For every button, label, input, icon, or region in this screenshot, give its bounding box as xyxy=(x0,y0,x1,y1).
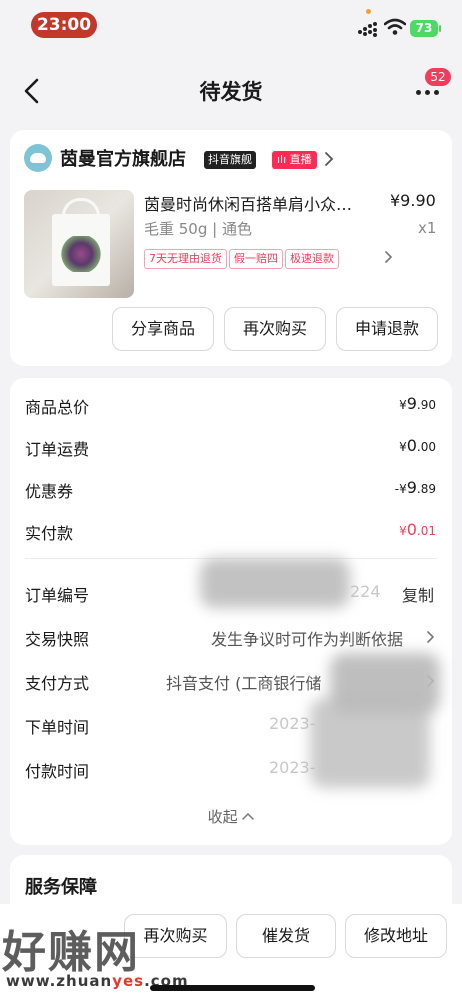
notification-badge: 52 xyxy=(425,68,451,86)
product-price: ¥9.90 xyxy=(390,191,436,210)
snapshot-label: 交易快照 xyxy=(25,630,90,649)
privacy-blur xyxy=(200,558,350,608)
shop-logo[interactable] xyxy=(24,144,52,172)
battery-level: 73 xyxy=(410,20,438,37)
collapse-toggle[interactable]: 收起 xyxy=(10,806,452,827)
order-time-value: 2023- xyxy=(269,714,316,733)
product-image[interactable] xyxy=(24,190,134,298)
live-tag-label: 直播 xyxy=(289,153,312,166)
coupon-label: 优惠券 xyxy=(25,482,74,501)
battery-cap xyxy=(439,25,441,32)
service-title: 服务保障 xyxy=(25,877,97,898)
coupon-value: -¥9.89 xyxy=(394,478,436,497)
order-detail-card: 商品总价 ¥9.90 订单运费 ¥0.00 优惠券 -¥9.89 实付款 ¥0.… xyxy=(10,378,452,845)
order-no-value: 224 xyxy=(350,582,381,601)
order-no-label: 订单编号 xyxy=(25,586,90,605)
price-value: ¥9.90 xyxy=(399,394,436,413)
order-time-label: 下单时间 xyxy=(25,718,90,737)
home-indicator[interactable] xyxy=(150,985,315,991)
privacy-blur xyxy=(310,698,430,788)
price-label: 商品总价 xyxy=(25,398,90,417)
modify-address-button[interactable]: 修改地址 xyxy=(345,914,447,958)
watermark-logo: 好赚网 xyxy=(2,927,140,978)
copy-button[interactable]: 复制 xyxy=(402,582,434,606)
policy-tag: 假一赔四 xyxy=(229,249,283,269)
product-spec: 毛重 50g | 通色 xyxy=(144,220,252,238)
policy-tags[interactable]: 7天无理由退货 假一赔四 极速退款 xyxy=(144,247,393,269)
order-product-card: 茵曼官方旗舰店 抖音旗舰 ılı 直播 茵曼时尚休闲百搭单肩小众… ¥9.90 … xyxy=(10,130,452,366)
shipping-value: ¥0.00 xyxy=(399,436,436,455)
payment-label: 支付方式 xyxy=(25,674,90,693)
policy-tag: 7天无理由退货 xyxy=(144,249,227,269)
share-product-button[interactable]: 分享商品 xyxy=(112,307,214,351)
chevron-right-icon[interactable] xyxy=(324,151,334,167)
shipping-label: 订单运费 xyxy=(25,440,90,459)
page-title: 待发货 xyxy=(199,80,263,104)
chevron-right-icon xyxy=(385,251,393,263)
request-refund-button[interactable]: 申请退款 xyxy=(336,307,438,351)
chevron-up-icon xyxy=(242,812,255,820)
nav-bar: 待发货 52 xyxy=(0,62,462,118)
pay-time-label: 付款时间 xyxy=(25,762,90,781)
wifi-icon xyxy=(384,18,406,35)
paid-label: 实付款 xyxy=(25,524,74,543)
collapse-label: 收起 xyxy=(207,808,238,826)
signal-icon xyxy=(358,22,378,37)
product-title[interactable]: 茵曼时尚休闲百搭单肩小众… xyxy=(144,191,380,215)
live-tag[interactable]: ılı 直播 xyxy=(272,151,317,169)
policy-tag: 极速退款 xyxy=(285,249,339,269)
privacy-indicator-icon xyxy=(366,9,371,14)
snapshot-link[interactable]: 发生争议时可作为判断依据 xyxy=(211,626,403,650)
product-quantity: x1 xyxy=(418,219,437,237)
rebuy-button[interactable]: 再次购买 xyxy=(224,307,326,351)
chevron-right-icon xyxy=(427,631,435,643)
urge-shipping-button[interactable]: 催发货 xyxy=(236,914,336,958)
paid-value: ¥0.01 xyxy=(399,520,436,539)
flagship-tag: 抖音旗舰 xyxy=(204,151,256,169)
status-time: 23:00 xyxy=(31,12,97,38)
shop-name[interactable]: 茵曼官方旗舰店 xyxy=(60,145,186,171)
payment-value: 抖音支付 (工商银行储 xyxy=(166,674,322,693)
pay-time-value: 2023- xyxy=(269,758,316,777)
status-bar: 23:00 73 xyxy=(0,0,462,50)
site-watermark: 好赚网 www.zhuanyes.com xyxy=(0,912,200,992)
